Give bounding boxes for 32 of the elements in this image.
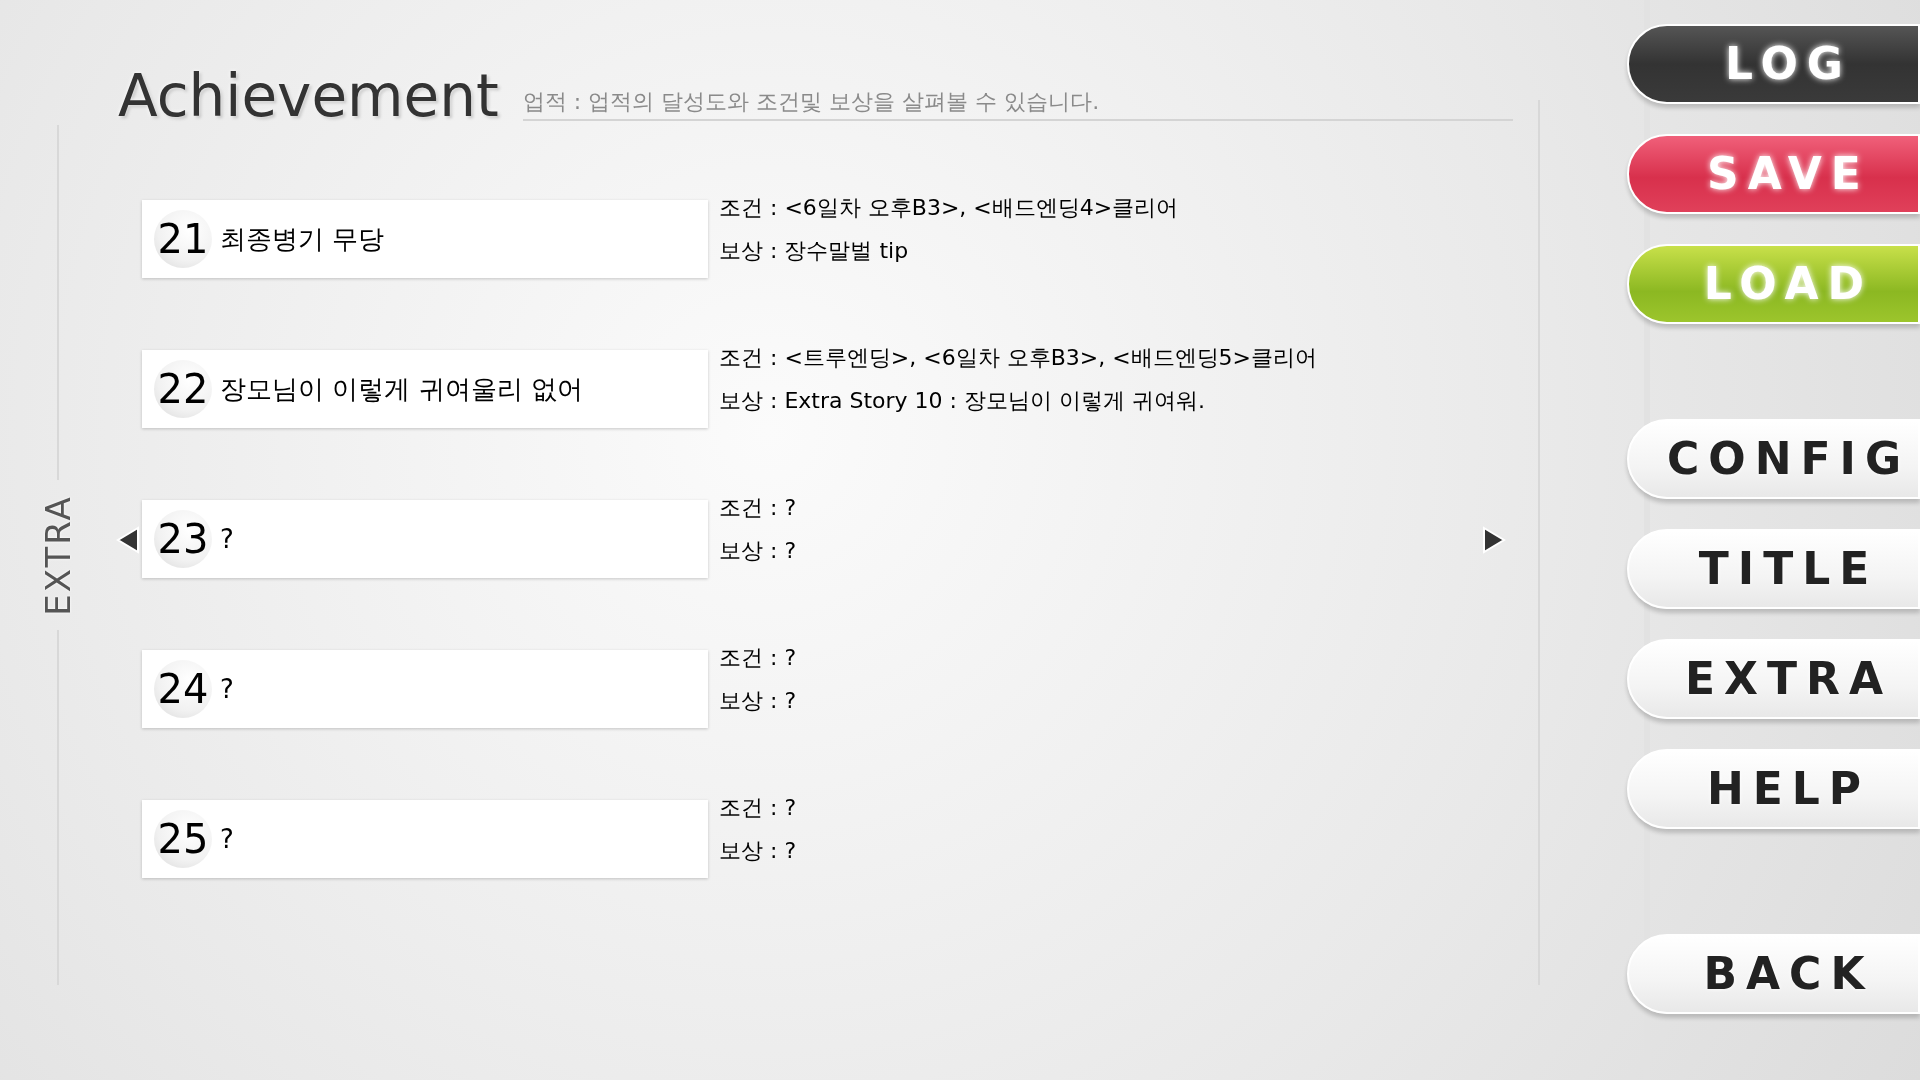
page-title: Achievement [118, 67, 499, 125]
condition-text: 조건 : ? [719, 644, 797, 672]
reward-text: 보상 : ? [719, 537, 797, 565]
menu-button[interactable]: CONFIG [1627, 419, 1920, 499]
achievement-name: ? [220, 672, 234, 706]
reward-text: 보상 : 장수말벌 tip [719, 237, 910, 265]
menu-button[interactable]: BACK [1627, 934, 1920, 1014]
condition-text: 조건 : ? [719, 794, 797, 822]
menu-button[interactable]: SAVE [1627, 134, 1920, 214]
reward-text: 보상 : Extra Story 10 : 장모님이 이렇게 귀여워. [719, 387, 1206, 415]
condition-text: 조건 : ? [719, 494, 797, 522]
achievement-name: ? [220, 522, 234, 556]
menu-button[interactable]: EXTRA [1627, 639, 1920, 719]
page-subtitle: 업적 : 업적의 달성도와 조건및 보상을 살펴볼 수 있습니다. [522, 85, 1513, 121]
achievement-number: 21 [154, 210, 212, 268]
achievement-name: ? [220, 822, 234, 856]
achievement-name: 최종병기 무당 [220, 222, 385, 256]
achievement-number: 23 [154, 510, 212, 568]
achievement-number: 24 [154, 660, 212, 718]
condition-text: 조건 : <6일차 오후B3>, <배드엔딩4>클리어 [719, 194, 1179, 222]
reward-text: 보상 : ? [719, 837, 797, 865]
reward-text: 보상 : ? [719, 687, 797, 715]
condition-text: 조건 : <트루엔딩>, <6일차 오후B3>, <배드엔딩5>클리어 [719, 344, 1318, 372]
menu-button[interactable]: LOG [1627, 24, 1920, 104]
achievement-name: 장모님이 이렇게 귀여울리 없어 [220, 372, 583, 406]
menu-button[interactable]: HELP [1627, 749, 1920, 829]
left-arrow-icon[interactable] [116, 526, 140, 554]
section-label: EXTRA [36, 494, 79, 616]
achievement-number: 22 [154, 360, 212, 418]
menu-button[interactable]: TITLE [1627, 529, 1920, 609]
achievement-number: 25 [154, 810, 212, 868]
right-arrow-icon[interactable] [1482, 526, 1506, 554]
